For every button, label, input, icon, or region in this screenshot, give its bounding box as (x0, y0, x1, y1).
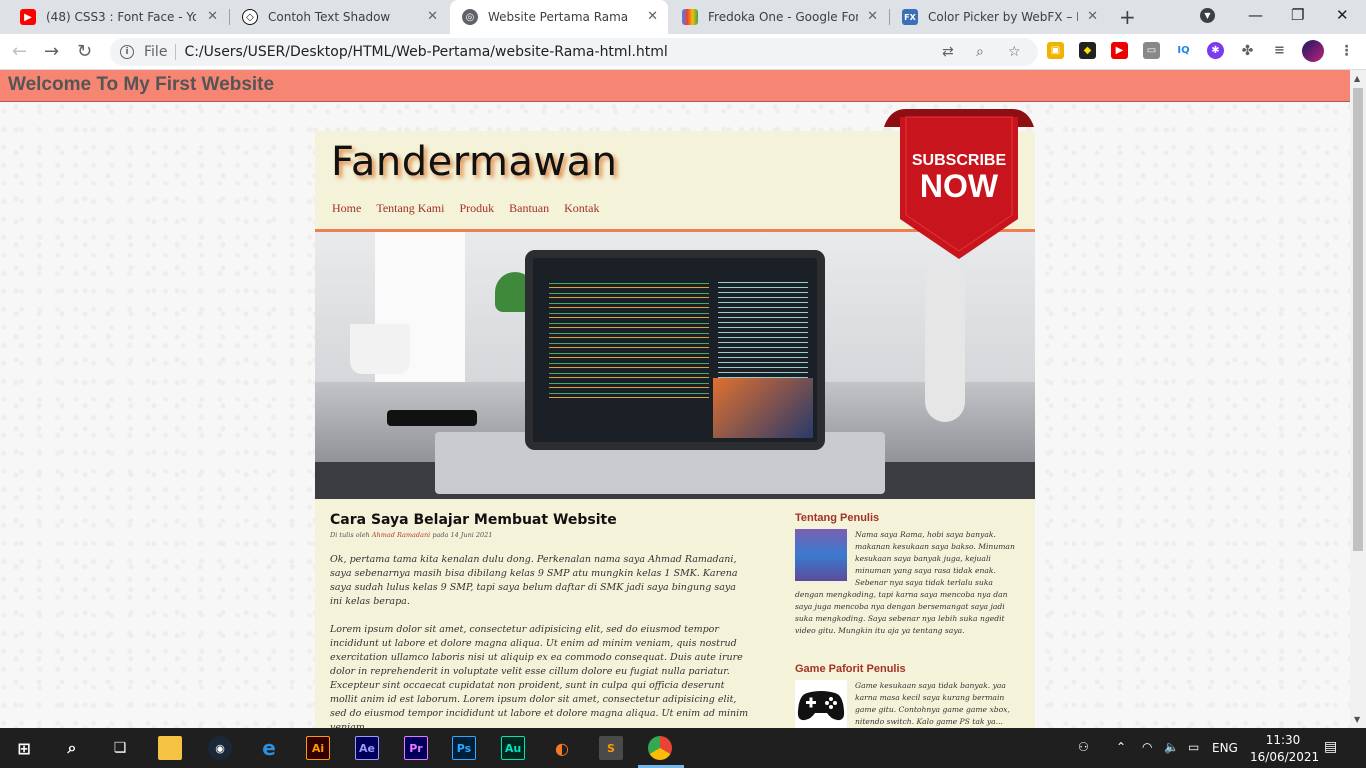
sidebar-games: Game Paforit Penulis Game kesukaan saya … (795, 663, 1020, 732)
sidebar-heading: Tentang Penulis (795, 512, 880, 524)
sidebar: Tentang Penulis Nama saya Rama, hobi say… (795, 512, 1020, 734)
badge-line-2: NOW (920, 168, 999, 204)
notifications-icon[interactable]: ▤ (1324, 739, 1337, 755)
extension-star-icon[interactable]: ✱ (1207, 42, 1224, 59)
tab-color-picker[interactable]: FX Color Picker by WebFX – Free ✕ (890, 0, 1108, 34)
hero-laptop-image (315, 229, 1035, 499)
close-icon[interactable]: ✕ (1087, 9, 1098, 24)
url-text[interactable]: C:/Users/USER/Desktop/HTML/Web-Pertama/w… (184, 44, 667, 60)
maximize-button[interactable]: ❐ (1291, 6, 1304, 24)
photoshop-icon[interactable]: Ps (452, 736, 476, 760)
browser-toolbar: ← → ↻ i File C:/Users/USER/Desktop/HTML/… (0, 34, 1366, 70)
article-paragraph-1: Ok, pertama tama kita kenalan dulu dong.… (330, 554, 738, 607)
close-icon[interactable]: ✕ (647, 9, 658, 24)
file-explorer-icon[interactable] (158, 736, 182, 760)
tab-search-icon[interactable]: ▼ (1200, 8, 1215, 23)
windows-taskbar: ⊞ ⌕ ❏ ◉ e Ai Ae Pr Ps Au ◐ S ⚇ ⌃ ◠ 🔈 ▭ E… (0, 728, 1366, 768)
close-icon[interactable]: ✕ (867, 9, 878, 24)
extension-cube-icon[interactable]: ▣ (1047, 42, 1064, 59)
windows-start-icon[interactable]: ⊞ (12, 736, 36, 760)
bookmark-star-icon[interactable]: ☆ (1008, 44, 1021, 60)
nav-home[interactable]: Home (332, 201, 361, 216)
info-icon[interactable]: i (120, 45, 134, 59)
blender-icon[interactable]: ◐ (550, 736, 574, 760)
wifi-icon[interactable]: ◠ (1142, 740, 1152, 754)
nav-kontak[interactable]: Kontak (564, 201, 599, 216)
subscribe-now-badge[interactable]: SUBSCRIBE NOW (884, 109, 1034, 259)
forward-icon[interactable]: → (44, 41, 59, 62)
nav-tentang-kami[interactable]: Tentang Kami (376, 201, 444, 216)
sidebar-text: Game kesukaan saya tidak banyak. yaa kar… (855, 681, 1010, 726)
reload-icon[interactable]: ↻ (77, 41, 92, 62)
illustrator-icon[interactable]: Ai (306, 736, 330, 760)
extension-box-icon[interactable]: ◆ (1079, 42, 1096, 59)
badge-line-1: SUBSCRIBE (912, 152, 1007, 169)
people-icon[interactable]: ⚇ (1078, 740, 1089, 754)
close-icon[interactable]: ✕ (207, 9, 218, 24)
audition-icon[interactable]: Au (501, 736, 525, 760)
task-view-icon[interactable]: ❏ (108, 736, 132, 760)
webfx-icon: FX (902, 9, 918, 25)
volume-icon[interactable]: 🔈 (1164, 740, 1179, 754)
author-photo (795, 529, 847, 581)
scroll-down-icon[interactable]: ▼ (1354, 715, 1360, 724)
clock-date[interactable]: 16/06/2021 (1250, 750, 1319, 764)
tab-google-fonts[interactable]: Fredoka One - Google Fonts ✕ (670, 0, 888, 34)
sublime-text-icon[interactable]: S (599, 736, 623, 760)
sidebar-about: Tentang Penulis Nama saya Rama, hobi say… (795, 512, 1020, 637)
language-indicator[interactable]: ENG (1212, 741, 1238, 755)
author-link[interactable]: Ahmad Ramadani (372, 531, 430, 539)
extension-iq-icon[interactable]: IQ (1175, 42, 1192, 59)
minimize-button[interactable]: — (1248, 6, 1263, 24)
codepen-icon: ◇ (242, 9, 258, 25)
zoom-icon[interactable]: ⌕ (976, 44, 984, 60)
address-bar[interactable]: i File C:/Users/USER/Desktop/HTML/Web-Pe… (110, 38, 1038, 66)
nav-produk[interactable]: Produk (459, 201, 494, 216)
back-icon[interactable]: ← (12, 41, 27, 62)
show-hidden-icons[interactable]: ⌃ (1116, 740, 1126, 754)
tab-website-pertama[interactable]: ◎ Website Pertama Rama ✕ (450, 0, 668, 34)
main-nav: Home Tentang Kami Produk Bantuan Kontak (332, 201, 599, 216)
google-fonts-icon (682, 9, 698, 25)
extension-play-icon[interactable]: ▶ (1111, 42, 1128, 59)
clock-time[interactable]: 11:30 (1264, 733, 1302, 747)
menu-kebab-icon[interactable]: ⋮ (1338, 42, 1355, 59)
reading-list-icon[interactable]: ≡ (1271, 42, 1288, 59)
extensions-puzzle-icon[interactable]: ✤ (1239, 42, 1256, 59)
youtube-icon: ▶ (20, 9, 36, 25)
page-scrollbar[interactable]: ▲ ▼ (1350, 70, 1366, 728)
close-window-button[interactable]: ✕ (1336, 6, 1349, 24)
nav-bantuan[interactable]: Bantuan (509, 201, 549, 216)
edge-icon[interactable]: e (257, 736, 281, 760)
tab-text-shadow[interactable]: ◇ Contoh Text Shadow ✕ (230, 0, 448, 34)
article: Cara Saya Belajar Membuat Website Di tul… (330, 512, 750, 735)
translate-icon[interactable]: ⇄ (942, 44, 954, 60)
tab-strip: ▶ (48) CSS3 : Font Face - YouTube ✕ ◇ Co… (0, 0, 1366, 34)
scroll-up-icon[interactable]: ▲ (1354, 74, 1360, 83)
chrome-icon[interactable] (648, 736, 672, 760)
close-icon[interactable]: ✕ (427, 9, 438, 24)
article-title: Cara Saya Belajar Membuat Website (330, 512, 617, 528)
premiere-icon[interactable]: Pr (404, 736, 428, 760)
welcome-bar: Welcome To My First Website (0, 70, 1350, 102)
after-effects-icon[interactable]: Ae (355, 736, 379, 760)
steam-icon[interactable]: ◉ (208, 736, 232, 760)
article-paragraph-2: Lorem ipsum dolor sit amet, consectetur … (330, 624, 749, 733)
scroll-thumb[interactable] (1353, 88, 1363, 551)
sidebar-heading: Game Paforit Penulis (795, 663, 906, 675)
tab-youtube[interactable]: ▶ (48) CSS3 : Font Face - YouTube ✕ (8, 0, 228, 34)
extension-chat-icon[interactable]: ▭ (1143, 42, 1160, 59)
article-meta: Di tulis oleh Ahmad Ramadani pada 14 Jun… (330, 531, 493, 539)
battery-icon[interactable]: ▭ (1188, 740, 1199, 754)
globe-icon: ◎ (462, 9, 478, 25)
new-tab-button[interactable]: + (1119, 5, 1136, 29)
gamepad-icon (795, 680, 847, 732)
site-brand[interactable]: Fandermawan (331, 139, 618, 185)
profile-avatar[interactable] (1302, 40, 1324, 62)
search-icon[interactable]: ⌕ (60, 736, 84, 760)
